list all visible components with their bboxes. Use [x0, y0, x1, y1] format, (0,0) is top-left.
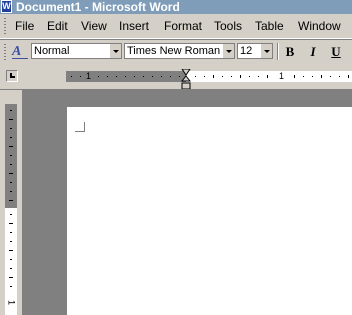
ruler-tick: [330, 76, 331, 77]
menu-table[interactable]: Table: [255, 19, 284, 33]
ruler-tick: [10, 268, 12, 269]
ruler-tick: [170, 76, 171, 77]
document-page[interactable]: [67, 107, 352, 315]
ruler-tick: [9, 250, 13, 251]
ruler-tick: [9, 277, 13, 278]
ruler-number: 1: [279, 71, 285, 81]
ruler-tick: [10, 259, 12, 260]
menu-file[interactable]: File: [15, 19, 34, 33]
horizontal-ruler-row: 1 1: [0, 64, 352, 90]
ruler-tick: [231, 76, 232, 77]
ruler-number: 1: [6, 299, 17, 305]
ruler-tick: [116, 76, 117, 77]
styles-and-formatting-icon[interactable]: A: [12, 44, 28, 59]
ruler-tick: [240, 75, 241, 78]
font-size-combo[interactable]: 12: [237, 43, 273, 59]
menu-window[interactable]: Window: [298, 19, 341, 33]
indent-marker-icon[interactable]: [181, 69, 191, 91]
ruler-text-area[interactable]: 1: [186, 71, 352, 82]
ruler-tick: [10, 286, 12, 287]
ruler-tick: [195, 76, 196, 77]
font-combo[interactable]: Times New Roman: [124, 43, 235, 59]
bold-button[interactable]: B: [280, 42, 300, 62]
ruler-tick: [303, 76, 304, 77]
menu-bar: File Edit View Insert Format Tools Table…: [0, 14, 352, 39]
ruler-tick: [71, 76, 72, 77]
style-combo[interactable]: Normal: [31, 43, 122, 59]
ruler-tick: [10, 110, 12, 111]
style-value: Normal: [34, 45, 70, 57]
chevron-down-icon[interactable]: [223, 44, 234, 58]
menu-edit[interactable]: Edit: [47, 19, 68, 33]
menu-format[interactable]: Format: [164, 19, 202, 33]
ruler-tick: [143, 76, 144, 77]
ruler-tick: [10, 128, 12, 129]
menu-view[interactable]: View: [81, 19, 107, 33]
ruler-tick: [348, 75, 349, 78]
word-document-icon[interactable]: W: [1, 0, 12, 13]
toolbar-grip[interactable]: [4, 44, 6, 60]
ruler-tick: [321, 75, 322, 78]
vertical-ruler: 1: [0, 90, 22, 315]
window-title: Document1 - Microsoft Word: [16, 0, 180, 14]
ruler-tick: [10, 155, 12, 156]
ruler-tick: [294, 75, 295, 78]
vertical-ruler-top-margin[interactable]: [5, 104, 17, 208]
margin-corner-mark: [84, 122, 85, 132]
ruler-tick: [339, 76, 340, 77]
ruler-tick: [80, 76, 81, 77]
italic-button[interactable]: I: [303, 42, 323, 62]
ruler-tick: [10, 182, 12, 183]
ruler-tick: [312, 76, 313, 77]
ruler-tick: [152, 76, 153, 77]
chevron-down-icon[interactable]: [110, 44, 121, 58]
title-bar: W Document1 - Microsoft Word: [0, 0, 352, 14]
ruler-tick: [258, 76, 259, 77]
tab-selector-button[interactable]: [6, 70, 18, 82]
ruler-tick: [125, 76, 126, 77]
underline-button[interactable]: U: [326, 42, 346, 62]
ruler-tick: [9, 223, 13, 224]
menu-insert[interactable]: Insert: [119, 19, 149, 33]
ruler-tick: [222, 76, 223, 77]
ruler-tick: [9, 146, 13, 147]
menu-bar-grip[interactable]: [4, 18, 6, 34]
ruler-tick: [179, 76, 180, 77]
ruler-number: 1: [86, 71, 92, 81]
ruler-tick: [10, 241, 12, 242]
ruler-tick: [10, 137, 12, 138]
menu-tools[interactable]: Tools: [214, 19, 242, 33]
ruler-tick: [10, 232, 12, 233]
formatting-toolbar: A Normal Times New Roman 12 B I U: [0, 39, 352, 64]
ruler-tick: [213, 75, 214, 78]
ruler-tick: [107, 76, 108, 77]
ruler-tick: [98, 76, 99, 77]
left-tab-icon: [10, 73, 15, 78]
ruler-tick: [204, 76, 205, 77]
ruler-tick: [10, 164, 12, 165]
ruler-tick: [134, 76, 135, 77]
ruler-tick: [10, 214, 12, 215]
font-value: Times New Roman: [127, 45, 221, 57]
ruler-tick: [267, 75, 268, 78]
ruler-tick: [9, 119, 13, 120]
chevron-down-icon[interactable]: [261, 44, 272, 58]
ruler-tick: [9, 200, 13, 201]
ruler-tick: [249, 76, 250, 77]
ruler-left-margin[interactable]: 1: [66, 71, 186, 82]
toolbar-separator: [277, 43, 279, 60]
ruler-tick: [161, 76, 162, 77]
ruler-tick: [10, 191, 12, 192]
font-size-value: 12: [240, 45, 253, 57]
ruler-tick: [9, 173, 13, 174]
vertical-ruler-text-area[interactable]: 1: [5, 208, 17, 315]
